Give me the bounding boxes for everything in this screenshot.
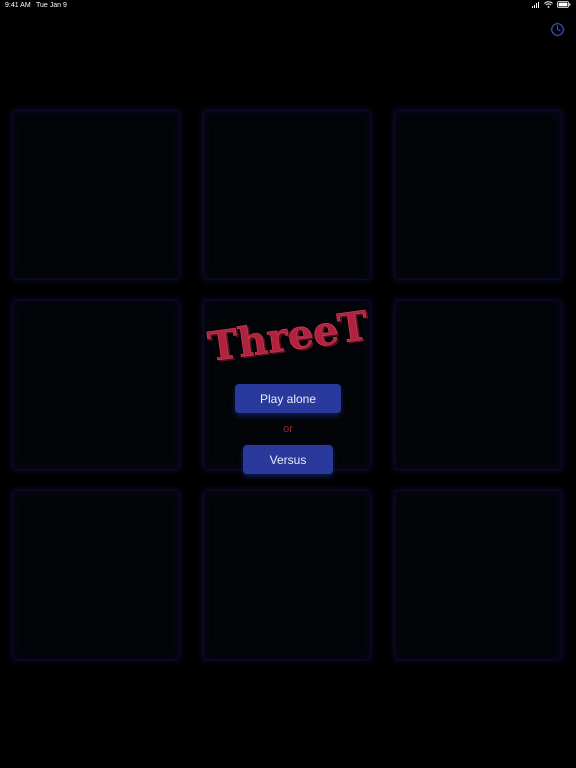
game-title: ThreeT ThreeT [205, 302, 373, 368]
status-time: 9:41 AM [5, 2, 31, 9]
board-cell-3-2[interactable] [203, 490, 371, 660]
status-icons [531, 1, 571, 8]
board-cell-1-2[interactable] [203, 110, 371, 280]
board-cell-1-3[interactable] [394, 110, 562, 280]
game-title-text: ThreeT [205, 302, 371, 368]
status-bar: 9:41 AM Tue Jan 9 [0, 0, 576, 14]
play-alone-button[interactable]: Play alone [235, 384, 341, 413]
board-cell-3-3[interactable] [394, 490, 562, 660]
signal-icon [531, 1, 540, 8]
battery-icon [557, 1, 571, 8]
game-screen: 9:41 AM Tue Jan 9 ThreeT ThreeT Play alo… [0, 0, 576, 768]
versus-button[interactable]: Versus [243, 445, 333, 474]
board-cell-2-3[interactable] [394, 300, 562, 470]
settings-button[interactable] [549, 21, 565, 37]
board-cell-2-1[interactable] [12, 300, 180, 470]
status-date: Tue Jan 9 [36, 2, 67, 9]
board-cell-3-1[interactable] [12, 490, 180, 660]
or-separator: or [283, 423, 293, 435]
board-cell-1-1[interactable] [12, 110, 180, 280]
clock-gear-icon [550, 22, 564, 36]
wifi-icon [544, 1, 553, 8]
